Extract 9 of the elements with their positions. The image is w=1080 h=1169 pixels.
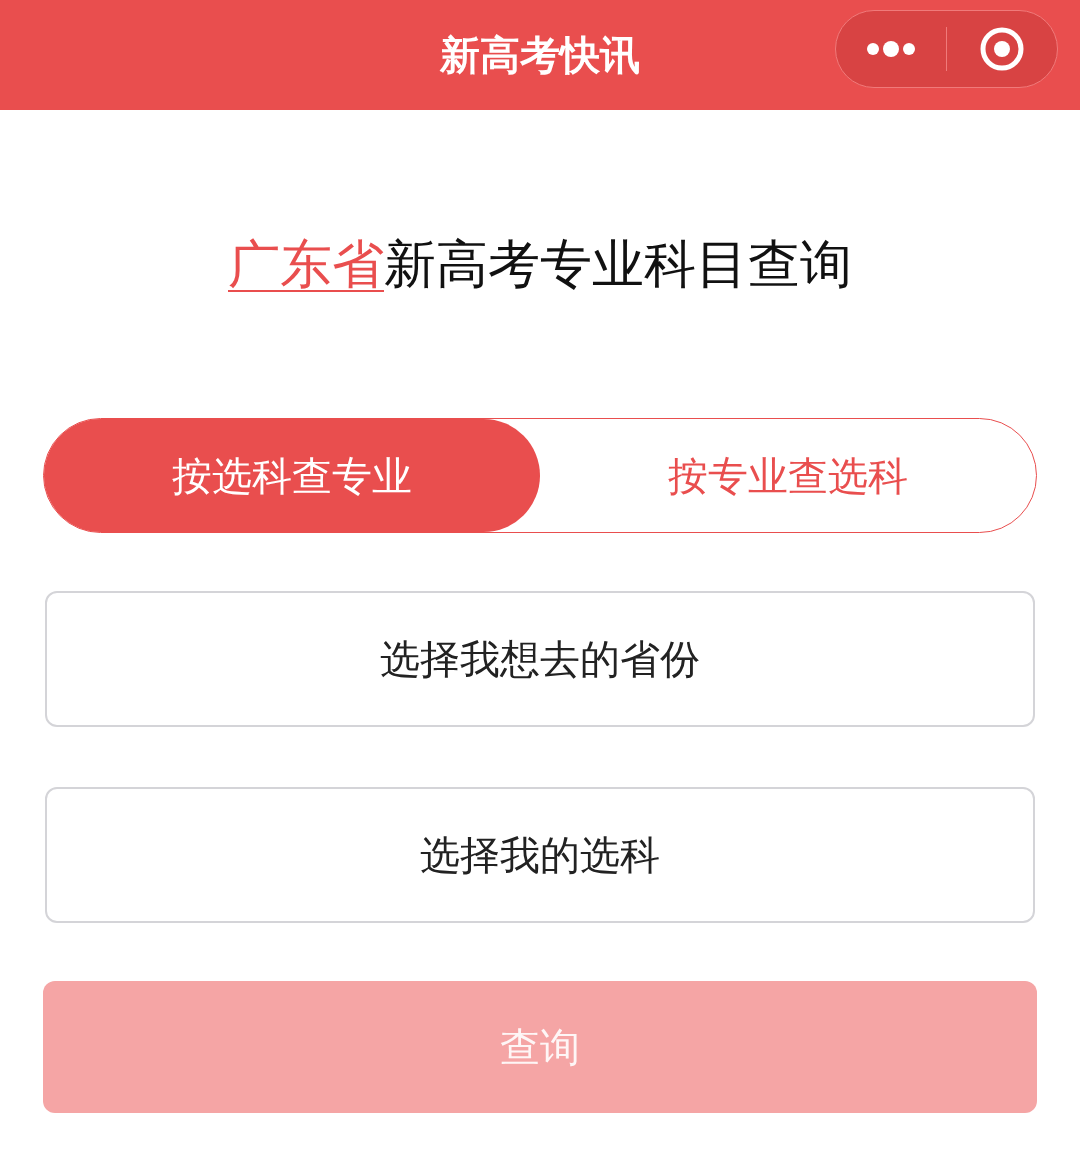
- page-heading: 广东省新高考专业科目查询: [228, 238, 852, 290]
- province-link[interactable]: 广东省: [228, 235, 384, 293]
- tab[interactable]: 按选科查专业: [44, 419, 540, 532]
- tab[interactable]: 按专业查选科: [540, 419, 1036, 532]
- window-title: 新高考快讯: [440, 32, 640, 79]
- picker-field[interactable]: 选择我的选科: [45, 787, 1035, 923]
- target-icon: [980, 27, 1024, 71]
- picker-field[interactable]: 选择我想去的省份: [45, 591, 1035, 727]
- more-icon: [865, 41, 917, 57]
